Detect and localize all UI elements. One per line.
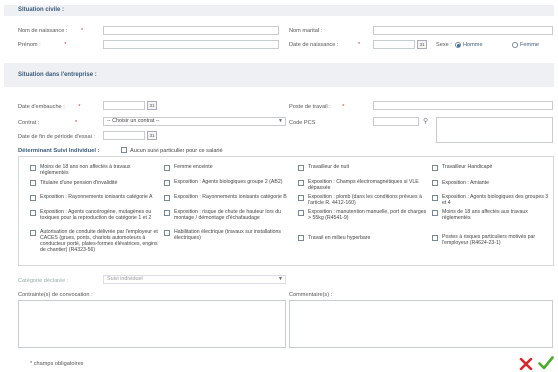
option-label: Habilitation électrique (travaux sur ins… [174, 229, 281, 242]
label-prenom: Prénom : * [18, 42, 66, 48]
checkbox-col1-2[interactable] [30, 195, 36, 201]
checkbox-col3-2[interactable] [298, 195, 304, 201]
label-contraintes: Contrainte(s) de convocation : [18, 292, 93, 298]
chevron-down-icon: ▼ [278, 118, 283, 124]
calendar-icon[interactable]: 31 [417, 40, 427, 49]
label-homme: Homme [463, 42, 483, 48]
label-date-fin-essai: Date de fin de période d'essai : [18, 134, 95, 140]
label-commentaires: Commentaire(s) : [289, 292, 333, 298]
required-mark: * [75, 120, 78, 126]
option-label: Femme enceinte [174, 164, 213, 170]
checkbox-col2-3[interactable] [164, 210, 170, 216]
radio-femme[interactable] [512, 42, 518, 48]
chevron-down-icon: ▼ [278, 276, 283, 282]
label-text: Date de naissance : [289, 42, 339, 48]
checkbox-col1-1[interactable] [30, 180, 36, 186]
date-fin-essai-input[interactable] [103, 131, 145, 140]
checkbox-col1-4[interactable] [30, 230, 36, 236]
checkbox-col4-2[interactable] [432, 195, 438, 201]
option-label: Titulaire d'une pension d'invalidité [40, 180, 118, 186]
checkbox-col3-4[interactable] [298, 235, 304, 241]
label-aucun-suivi: Aucun suivi particulier pour ce salarié [130, 148, 223, 154]
checkbox-col1-0[interactable] [30, 165, 36, 171]
option-label: Exposition : Rayonnements ionisants caté… [174, 194, 287, 200]
checkbox-col2-1[interactable] [164, 180, 170, 186]
label-text: Contrat : [18, 120, 40, 126]
label-text: Prénom : [18, 42, 41, 48]
checkbox-col2-0[interactable] [164, 165, 170, 171]
label-categorie: Catégorie déclarée : [18, 278, 69, 284]
label-date-embauche: Date d'embauche : * [18, 104, 81, 110]
option-label: Postes à risques particuliers motivés pa… [442, 234, 536, 247]
calendar-icon[interactable]: 31 [147, 101, 157, 110]
contraintes-textarea[interactable] [18, 300, 286, 348]
footnote-required: * champs obligatoires [30, 361, 84, 367]
option-label: Moins de 18 ans affectés aux travaux rég… [442, 209, 528, 222]
label-text: Date d'embauche : [18, 104, 65, 110]
nom-naissance-input[interactable] [103, 26, 279, 35]
label-sexe: Sexe : [436, 42, 452, 48]
option-label: Exposition : manutention manuelle, port … [308, 209, 427, 222]
option-label: Exposition : Agents biologiques des grou… [442, 194, 549, 207]
checkbox-col4-1[interactable] [432, 180, 438, 186]
suivi-title: Déterminant Suivi Individuel : [18, 148, 100, 154]
label-poste: Poste de travail : * [289, 104, 344, 110]
option-label: Exposition : Rayonnements ionisants caté… [40, 194, 153, 200]
prenom-input[interactable] [103, 40, 279, 49]
label-contrat: Contrat : * [18, 120, 77, 126]
confirm-check-icon[interactable] [538, 356, 554, 370]
required-mark: * [358, 42, 361, 48]
contrat-select-value: -- Choisir un contrat -- [107, 118, 160, 124]
contrat-select[interactable]: -- Choisir un contrat -- ▼ [103, 117, 286, 126]
date-embauche-input[interactable] [103, 101, 145, 110]
code-pcs-input[interactable] [373, 117, 419, 126]
label-nom-naissance: Nom de naissance : * [18, 28, 83, 34]
checkbox-col4-0[interactable] [432, 165, 438, 171]
checkbox-col2-4[interactable] [164, 230, 170, 236]
option-label: Travailleur Handicapé [442, 164, 493, 170]
cancel-x-icon[interactable] [519, 358, 533, 370]
categorie-select-value: Suivi individuel [107, 276, 143, 282]
option-label: Exposition : Agents biologiques groupe 2… [174, 179, 283, 185]
option-label: Moins de 18 ans non affectés à travaux r… [40, 164, 131, 177]
commentaires-textarea[interactable] [289, 300, 553, 348]
calendar-icon[interactable]: 31 [147, 131, 157, 140]
checkbox-col3-3[interactable] [298, 210, 304, 216]
required-mark: * [342, 104, 345, 110]
categorie-select[interactable]: Suivi individuel ▼ [103, 275, 286, 284]
option-label: Travail en milieu hyperbare [308, 235, 371, 241]
option-label: Exposition : Agents cancérogène, mutagèn… [40, 209, 152, 222]
code-pcs-description[interactable] [436, 117, 553, 143]
radio-homme[interactable] [455, 42, 461, 48]
checkbox-col4-4[interactable] [432, 235, 438, 241]
label-femme: Femme [520, 42, 539, 48]
option-label: Autorisation de conduite délivrée par l'… [40, 229, 158, 254]
poste-travail-input[interactable] [373, 101, 553, 110]
checkbox-col1-3[interactable] [30, 210, 36, 216]
checkbox-col3-0[interactable] [298, 165, 304, 171]
option-label: Exposition : Amiante [442, 180, 490, 186]
section-title-civil: Situation civile : [4, 5, 554, 16]
option-label: Exposition : plomb (dans les conditions … [308, 194, 422, 207]
label-code-pcs: Code PCS [289, 120, 316, 126]
date-naissance-input[interactable] [373, 40, 415, 49]
required-mark: * [81, 28, 84, 34]
required-mark: * [64, 42, 67, 48]
checkbox-col4-3[interactable] [432, 210, 438, 216]
checkbox-aucun-suivi[interactable] [121, 147, 127, 153]
checkbox-col2-2[interactable] [164, 195, 170, 201]
required-mark: * [78, 104, 81, 110]
label-nom-marital: Nom marital : [289, 28, 323, 34]
option-label: Travailleur de nuit [308, 164, 350, 170]
label-date-naissance: Date de naissance : * [289, 42, 360, 48]
label-text: Nom de naissance : [18, 28, 68, 34]
search-icon[interactable]: ⚲ [423, 117, 428, 125]
section-title-entreprise: Situation dans l'entreprise : [4, 63, 554, 87]
option-label: Exposition : risque de chute de hauteur … [174, 209, 281, 222]
nom-marital-input[interactable] [373, 26, 553, 35]
option-label: Exposition : Champs électromagnétiques s… [308, 179, 419, 192]
label-text: Poste de travail : [289, 104, 331, 110]
checkbox-col3-1[interactable] [298, 180, 304, 186]
